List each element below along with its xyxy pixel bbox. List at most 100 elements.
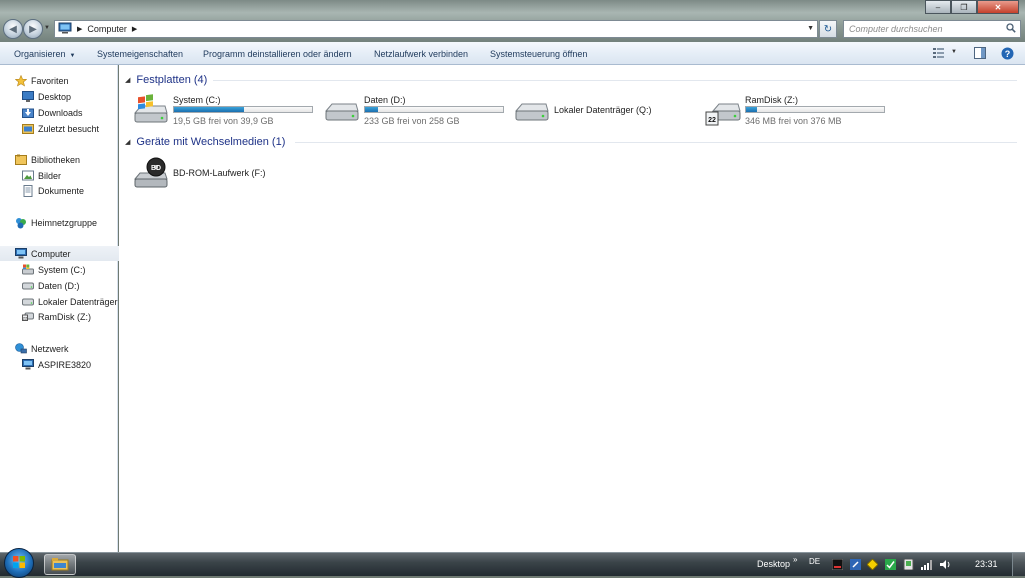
group-title: Festplatten (4) bbox=[136, 74, 208, 86]
sidebar-item-label: Daten (D:) bbox=[38, 280, 80, 291]
start-button[interactable] bbox=[4, 548, 34, 578]
recent-pages-dropdown[interactable]: ▼ bbox=[44, 25, 50, 31]
documents-icon bbox=[22, 184, 34, 197]
view-dropdown-icon[interactable]: ▼ bbox=[951, 49, 957, 55]
sidebar-item-libraries[interactable]: Bibliotheken bbox=[0, 152, 132, 167]
sidebar-item-label: Downloads bbox=[38, 107, 83, 118]
minimize-button[interactable]: – bbox=[925, 0, 951, 14]
svg-text:?: ? bbox=[1005, 49, 1011, 59]
ramdisk-icon: 22 bbox=[22, 311, 34, 323]
network-signal-icon[interactable] bbox=[921, 559, 932, 570]
forward-button[interactable]: ▶ bbox=[23, 19, 43, 39]
preview-pane-button[interactable] bbox=[974, 47, 986, 61]
content-pane: ◢ Festplatten (4) System (C:) 19,5 GB fr… bbox=[119, 65, 1025, 552]
taskbar-explorer-button[interactable] bbox=[44, 554, 76, 575]
sidebar-item-label: Zuletzt besucht bbox=[38, 123, 100, 134]
collapse-triangle-icon[interactable]: ◢ bbox=[125, 76, 130, 84]
drive-usage-fill bbox=[365, 107, 379, 112]
close-button[interactable]: ✕ bbox=[977, 0, 1019, 14]
system-properties-button[interactable]: Systemeigenschaften bbox=[97, 49, 183, 59]
update-tray-icon[interactable] bbox=[885, 559, 896, 570]
search-icon[interactable] bbox=[1006, 23, 1016, 35]
utility-tray-icon[interactable] bbox=[850, 559, 861, 570]
drive-name: Lokaler Datenträger (Q:) bbox=[554, 105, 652, 115]
hard-drive-icon bbox=[22, 280, 34, 292]
help-icon: ? bbox=[1001, 47, 1014, 62]
search-input[interactable] bbox=[849, 24, 999, 34]
refresh-button[interactable]: ↻ bbox=[819, 20, 837, 38]
sidebar-item-computer[interactable]: Computer bbox=[0, 246, 132, 261]
drive-item-c[interactable]: System (C:) 19,5 GB frei von 39,9 GB bbox=[133, 93, 318, 127]
svg-text:BD: BD bbox=[151, 165, 161, 172]
window-controls: – ❐ ✕ bbox=[925, 0, 1019, 14]
group-header-hard-disks[interactable]: ◢ Festplatten (4) bbox=[125, 73, 207, 87]
hard-drive-icon bbox=[22, 296, 34, 308]
address-dropdown-icon[interactable]: ▼ bbox=[807, 25, 814, 32]
help-button[interactable]: ? bbox=[1001, 47, 1014, 62]
sidebar-item-label: Computer bbox=[31, 248, 71, 259]
svg-text:22: 22 bbox=[708, 117, 716, 124]
drive-free-space: 346 MB frei von 376 MB bbox=[745, 116, 842, 126]
sidebar-item-network[interactable]: Netzwerk bbox=[0, 341, 132, 356]
preview-pane-icon bbox=[974, 47, 986, 61]
breadcrumb-separator-icon[interactable]: ▶ bbox=[77, 25, 82, 33]
refresh-icon: ↻ bbox=[823, 23, 833, 35]
desktop-icon bbox=[22, 91, 34, 103]
svg-text:22: 22 bbox=[23, 316, 28, 321]
drive-name: System (C:) bbox=[173, 95, 221, 105]
computer-icon bbox=[22, 359, 34, 371]
organize-label: Organisieren bbox=[14, 49, 66, 59]
organize-menu-button[interactable]: Organisieren ▼ bbox=[14, 49, 75, 59]
drive-name: BD-ROM-Laufwerk (F:) bbox=[173, 168, 266, 178]
sidebar-item-label: Bilder bbox=[38, 170, 62, 181]
windows-logo-icon bbox=[12, 555, 26, 571]
language-indicator[interactable]: DE bbox=[809, 557, 820, 566]
change-view-button[interactable] bbox=[933, 47, 945, 60]
sidebar-item-label: Netzwerk bbox=[31, 343, 69, 354]
search-box[interactable] bbox=[843, 20, 1021, 38]
device-tray-icon[interactable] bbox=[903, 558, 914, 571]
computer-icon bbox=[58, 22, 72, 36]
computer-icon bbox=[15, 248, 27, 260]
collapse-triangle-icon[interactable]: ◢ bbox=[125, 138, 130, 146]
desktop-toolbar-label[interactable]: Desktop bbox=[757, 559, 790, 569]
group-divider bbox=[295, 142, 1017, 143]
media-tray-icon[interactable] bbox=[831, 558, 844, 571]
drive-item-q[interactable]: Lokaler Datenträger (Q:) bbox=[514, 93, 699, 127]
recent-places-icon bbox=[22, 123, 34, 135]
map-network-drive-button[interactable]: Netzlaufwerk verbinden bbox=[374, 49, 468, 59]
drive-item-d[interactable]: Daten (D:) 233 GB frei von 258 GB bbox=[324, 93, 509, 127]
drive-free-space: 19,5 GB frei von 39,9 GB bbox=[173, 116, 274, 126]
breadcrumb-chevron-icon[interactable]: ▶ bbox=[132, 25, 137, 33]
system-drive-icon bbox=[22, 264, 34, 276]
volume-icon[interactable] bbox=[940, 559, 951, 570]
chevron-down-icon: ▼ bbox=[69, 53, 76, 59]
drive-usage-bar bbox=[173, 106, 313, 113]
system-drive-icon bbox=[133, 94, 168, 123]
control-panel-button[interactable]: Systemsteuerung öffnen bbox=[490, 49, 587, 59]
back-button[interactable]: ◀ bbox=[3, 19, 23, 39]
drive-item-z[interactable]: 22 RamDisk (Z:) 346 MB frei von 376 MB bbox=[705, 93, 890, 127]
drive-usage-fill bbox=[174, 107, 245, 112]
address-bar[interactable]: ▶ Computer ▶ ▼ bbox=[54, 20, 818, 38]
libraries-icon bbox=[15, 154, 27, 166]
maximize-button[interactable]: ❐ bbox=[951, 0, 977, 14]
show-desktop-button[interactable] bbox=[1012, 553, 1025, 576]
security-tray-icon[interactable] bbox=[866, 558, 879, 571]
sidebar-item-label: Dokumente bbox=[38, 185, 85, 196]
sidebar-item-homegroup[interactable]: Heimnetzgruppe bbox=[0, 215, 132, 230]
clock[interactable]: 23:31 bbox=[975, 559, 998, 569]
sidebar-item-favorites[interactable]: Favoriten bbox=[0, 73, 132, 88]
drive-item-f[interactable]: BD BD-ROM-Laufwerk (F:) bbox=[133, 156, 318, 190]
group-header-removable[interactable]: ◢ Geräte mit Wechselmedien (1) bbox=[125, 135, 285, 149]
ramdisk-icon: 22 bbox=[705, 103, 741, 126]
chevron-double-right-icon[interactable]: » bbox=[793, 555, 797, 564]
arrow-right-icon: ▶ bbox=[29, 23, 37, 35]
uninstall-program-button[interactable]: Programm deinstallieren oder ändern bbox=[203, 49, 352, 59]
folder-icon bbox=[51, 557, 69, 573]
drive-usage-fill bbox=[746, 107, 758, 112]
hard-drive-icon bbox=[324, 103, 359, 121]
group-title: Geräte mit Wechselmedien (1) bbox=[136, 136, 286, 148]
sidebar-item-label: System (C:) bbox=[38, 264, 86, 275]
breadcrumb-computer[interactable]: Computer bbox=[87, 24, 127, 34]
